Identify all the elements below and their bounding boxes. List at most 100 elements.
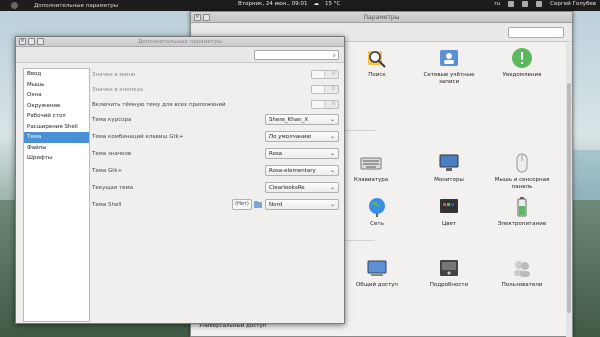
- chevron-down-icon: ⌄: [329, 201, 335, 208]
- setting-row-button-icons: Значки в кнопках 0: [92, 84, 342, 96]
- menu-icons-switch[interactable]: 0: [311, 70, 339, 79]
- settings-item-power[interactable]: Электропитание: [487, 196, 557, 228]
- shell-theme-select[interactable]: Nord ⌄: [265, 199, 339, 210]
- settings-item-label: Подробности: [429, 282, 469, 288]
- network-icon: [369, 198, 385, 217]
- network-icon[interactable]: [508, 1, 515, 7]
- settings-item-keyboard[interactable]: Клавиатура: [336, 152, 406, 184]
- settings-item-search[interactable]: Поиск: [342, 47, 412, 79]
- maximize-icon[interactable]: [37, 38, 44, 45]
- current-theme-select[interactable]: ClearlooksRe ⌄: [265, 182, 339, 193]
- setting-row-cursor-theme: Тема курсора Shere_Khan_X ⌄: [92, 114, 342, 126]
- shell-theme-none-button[interactable]: (Нет): [232, 199, 252, 210]
- chevron-down-icon: ⌄: [329, 184, 335, 191]
- icon-theme-select[interactable]: Rosa ⌄: [265, 148, 339, 159]
- sidebar-item-windows[interactable]: Окна: [24, 90, 89, 101]
- select-value: Shere_Khan_X: [269, 117, 309, 123]
- settings-item-network[interactable]: Сеть: [342, 196, 412, 228]
- setting-label: Значки в кнопках: [92, 87, 144, 93]
- weather-temp[interactable]: 15 °C: [325, 1, 340, 7]
- dark-theme-switch[interactable]: 0: [311, 100, 339, 109]
- settings-item-online-accounts[interactable]: Сетевые учётные записи: [414, 47, 484, 86]
- close-icon[interactable]: ×: [194, 14, 201, 21]
- sidebar-item-input[interactable]: Ввод: [24, 69, 89, 80]
- setting-label: Тема значков: [92, 151, 132, 157]
- switch-state: 0: [331, 86, 335, 92]
- chevron-down-icon: ⌄: [329, 167, 335, 174]
- notifications-icon: [512, 48, 532, 68]
- settings-item-label: Пользователи: [501, 282, 543, 288]
- switch-knob: [312, 101, 325, 108]
- tweak-toolbar: ⌕: [16, 47, 344, 63]
- tweak-title: Дополнительные параметры: [137, 38, 223, 45]
- details-icon: [440, 260, 458, 276]
- switch-state: 0: [331, 71, 335, 77]
- top-panel: Дополнительные параметры Вторник, 24 июн…: [0, 0, 600, 11]
- maximize-icon[interactable]: [203, 14, 210, 21]
- settings-item-label: Мониторы: [434, 177, 464, 183]
- settings-item-notifications[interactable]: Уведомления: [487, 47, 557, 79]
- settings-item-mouse[interactable]: Мышь и сенсорная панель: [487, 152, 557, 191]
- folder-icon[interactable]: [254, 200, 262, 208]
- scrollbar-thumb[interactable]: [567, 83, 571, 313]
- button-icons-switch[interactable]: 0: [311, 85, 339, 94]
- activities-button[interactable]: [0, 0, 28, 11]
- sidebar-item-theme[interactable]: Тема: [24, 132, 89, 143]
- settings-item-label: Клавиатура: [353, 177, 389, 183]
- setting-row-dark-theme: Включить тёмную тему для всех приложений…: [92, 99, 342, 111]
- settings-search-input[interactable]: [508, 27, 564, 38]
- chevron-down-icon: ⌄: [329, 116, 335, 123]
- select-value: Rosa-elementary: [269, 168, 316, 174]
- setting-label: Текущая тема: [92, 185, 134, 191]
- settings-item-users[interactable]: Пользователи: [487, 257, 557, 289]
- tweak-content: Значки в меню 0 Значки в кнопках 0 Включ…: [92, 68, 342, 322]
- volume-icon[interactable]: [522, 1, 529, 7]
- setting-row-gtk-theme: Тема Gtk+ Rosa-elementary ⌄: [92, 165, 342, 177]
- settings-item-label: Поиск: [368, 72, 386, 78]
- setting-row-menu-icons: Значки в меню 0: [92, 69, 342, 81]
- settings-item-label: Мышь и сенсорная панель: [494, 177, 550, 190]
- search-icon: ⌕: [332, 52, 336, 59]
- sidebar-item-mouse[interactable]: Мышь: [24, 80, 89, 91]
- setting-row-current-theme: Текущая тема ClearlooksRe ⌄: [92, 182, 342, 194]
- user-menu[interactable]: Сергей Голубев: [550, 1, 596, 7]
- setting-label: Тема Shell: [92, 202, 122, 208]
- settings-item-label: Электропитание: [497, 221, 547, 227]
- settings-item-sharing[interactable]: Общий доступ: [342, 257, 412, 289]
- select-value: Rosa: [269, 151, 283, 157]
- settings-item-details[interactable]: Подробности: [414, 257, 484, 289]
- select-value: По умолчанию: [269, 134, 311, 140]
- keyboard-icon: [360, 157, 382, 170]
- tweak-titlebar[interactable]: × Дополнительные параметры: [16, 37, 344, 47]
- gtk-theme-select[interactable]: Rosa-elementary ⌄: [265, 165, 339, 176]
- switch-knob: [312, 86, 325, 93]
- keyboard-layout[interactable]: ru: [494, 1, 500, 7]
- online-accounts-icon: [440, 50, 458, 66]
- sidebar-item-desktop[interactable]: Рабочий стол: [24, 111, 89, 122]
- tweak-tool-window: × Дополнительные параметры ⌕ Ввод Мышь О…: [15, 36, 345, 324]
- settings-titlebar[interactable]: × Параметры: [191, 12, 572, 23]
- users-icon: [514, 261, 530, 277]
- setting-row-keybinding-theme: Тема комбинаций клавиш Gtk+ По умолчанию…: [92, 131, 342, 143]
- app-menu[interactable]: Дополнительные параметры: [34, 3, 118, 9]
- sidebar-item-files[interactable]: Файлы: [24, 143, 89, 154]
- minimize-icon[interactable]: [28, 38, 35, 45]
- settings-item-color[interactable]: Цвет: [414, 196, 484, 228]
- settings-item-displays[interactable]: Мониторы: [414, 152, 484, 184]
- search-icon: [368, 51, 386, 68]
- battery-icon[interactable]: [536, 1, 543, 7]
- sidebar-item-shell-extensions[interactable]: Расширения Shell: [24, 122, 89, 133]
- settings-item-label: Сетевые учётные записи: [423, 72, 475, 85]
- setting-label: Значки в меню: [92, 72, 136, 78]
- close-icon[interactable]: ×: [19, 38, 26, 45]
- weather-icon: ☁: [313, 1, 319, 7]
- setting-row-shell-theme: Тема Shell (Нет) Nord ⌄: [92, 199, 342, 211]
- keybinding-theme-select[interactable]: По умолчанию ⌄: [265, 131, 339, 142]
- sidebar-item-fonts[interactable]: Шрифты: [24, 153, 89, 164]
- sidebar-item-environment[interactable]: Окружение: [24, 101, 89, 112]
- displays-icon: [439, 154, 459, 171]
- tweak-search-input[interactable]: ⌕: [254, 50, 339, 60]
- settings-scrollbar[interactable]: [566, 43, 572, 337]
- cursor-theme-select[interactable]: Shere_Khan_X ⌄: [265, 114, 339, 125]
- clock[interactable]: Вторник, 24 июн., 09:01: [238, 1, 307, 7]
